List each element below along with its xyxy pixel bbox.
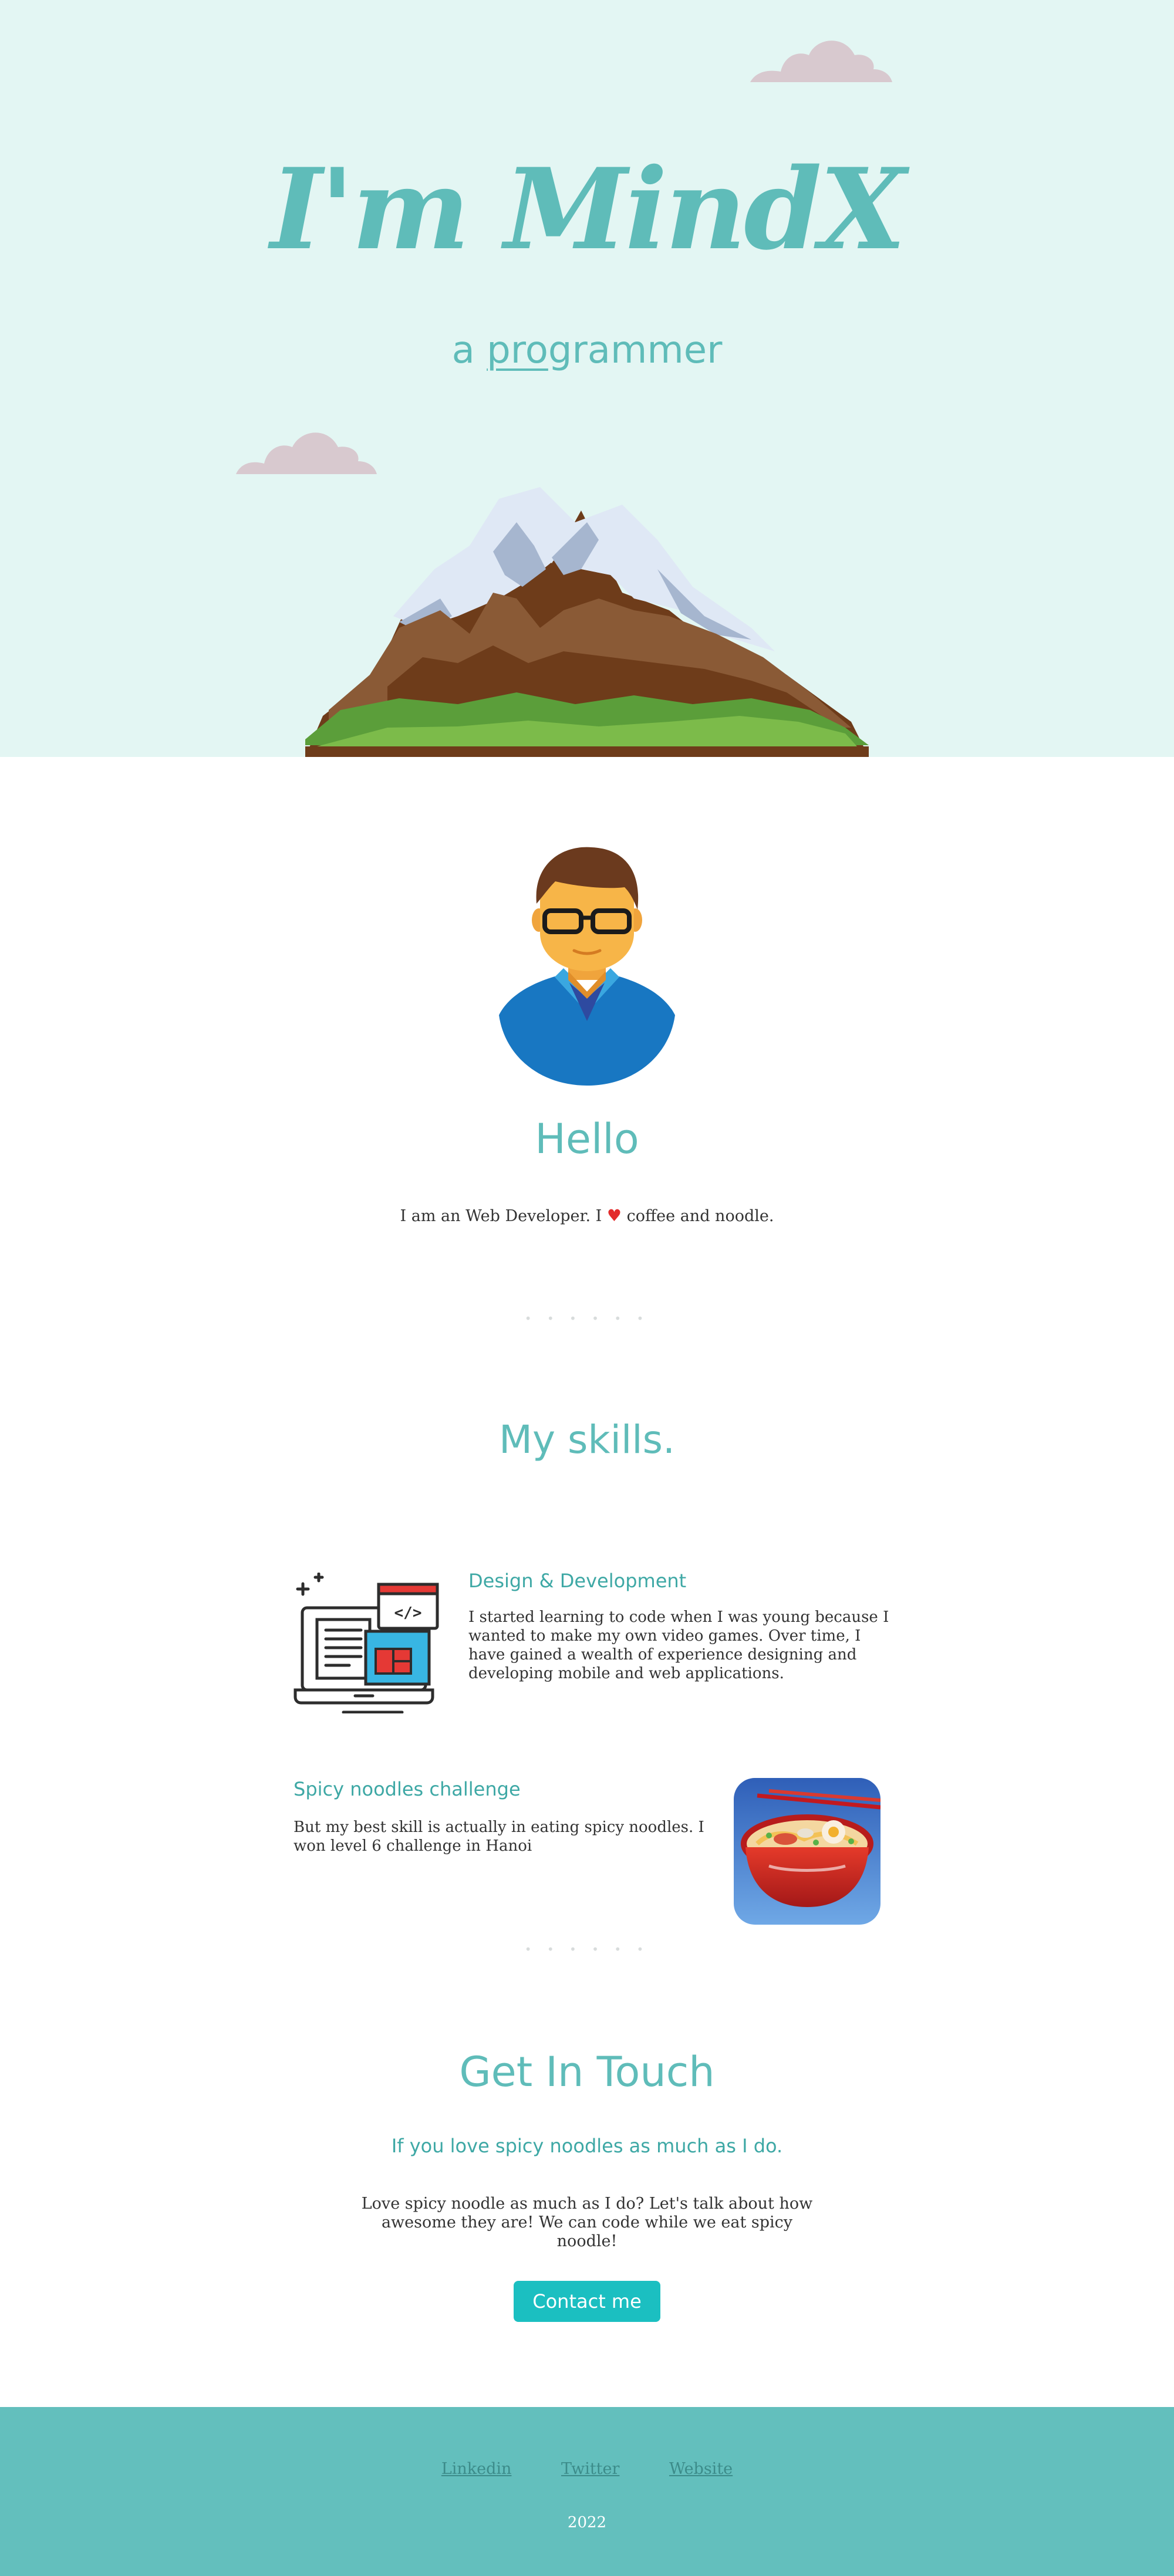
mountain-illustration bbox=[305, 487, 869, 757]
footer-link-website[interactable]: Website bbox=[669, 2460, 733, 2478]
subtitle-suffix: grammer bbox=[548, 329, 723, 372]
footer-year: 2022 bbox=[567, 2514, 607, 2531]
heart-icon: ♥ bbox=[606, 1206, 622, 1225]
footer-link-twitter[interactable]: Twitter bbox=[561, 2460, 619, 2478]
section-divider: • • • • • • bbox=[524, 1942, 650, 1956]
skill-text-noodles: But my best skill is actually in eating … bbox=[294, 1818, 704, 1855]
footer-links: Linkedin Twitter Website bbox=[0, 2460, 1174, 2478]
contact-text: Love spicy noodle as much as I do? Let's… bbox=[361, 2195, 813, 2250]
cloud-icon bbox=[236, 432, 377, 474]
svg-text:</>: </> bbox=[394, 1604, 422, 1622]
subtitle-underlined: pro bbox=[487, 329, 548, 372]
section-divider: • • • • • • bbox=[524, 1311, 650, 1326]
intro-text-after: coffee and noodle. bbox=[626, 1207, 774, 1225]
skills-heading: My skills. bbox=[499, 1417, 675, 1462]
hero-subtitle: a programmer bbox=[0, 329, 1174, 372]
footer-link-linkedin[interactable]: Linkedin bbox=[441, 2460, 512, 2478]
contact-heading: Get In Touch bbox=[459, 2048, 715, 2096]
avatar bbox=[499, 847, 675, 1086]
skill-title-noodles: Spicy noodles challenge bbox=[294, 1778, 521, 1800]
subtitle-prefix: a bbox=[451, 329, 487, 372]
contact-me-button[interactable]: Contact me bbox=[514, 2281, 660, 2322]
hero-section: I'm MindX a programmer bbox=[0, 0, 1174, 757]
skill-title-design: Design & Development bbox=[468, 1570, 687, 1592]
code-laptop-icon: </> bbox=[294, 1573, 439, 1713]
contact-subheading: If you love spicy noodles as much as I d… bbox=[391, 2135, 783, 2157]
footer: Linkedin Twitter Website 2022 bbox=[0, 2407, 1174, 2576]
about-heading: Hello bbox=[535, 1115, 639, 1163]
about-intro: I am an Web Developer. I ♥ coffee and no… bbox=[0, 1206, 1174, 1225]
noodle-bowl-icon bbox=[734, 1778, 880, 1925]
skill-text-design: I started learning to code when I was yo… bbox=[468, 1608, 889, 1682]
intro-text-before: I am an Web Developer. I bbox=[400, 1207, 602, 1225]
hero-title: I'm MindX bbox=[270, 144, 906, 275]
cloud-icon bbox=[750, 40, 892, 82]
